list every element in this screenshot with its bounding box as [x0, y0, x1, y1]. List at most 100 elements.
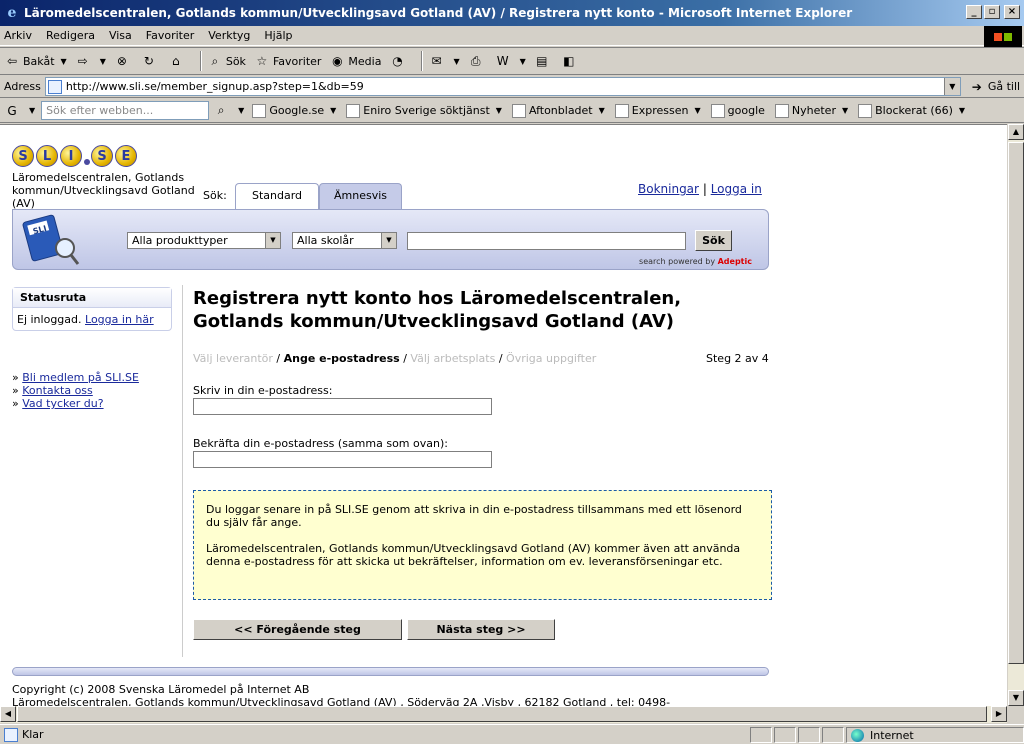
chevron-down-icon: ▼: [99, 56, 106, 66]
status-pane: [774, 727, 796, 743]
chevron-down-icon: ▼: [495, 106, 502, 115]
aftonbladet-icon: [511, 103, 526, 118]
edit-button[interactable]: W ▼: [495, 53, 526, 69]
info-paragraph: Läromedelscentralen, Gotlands kommun/Utv…: [206, 542, 741, 568]
menu-verktyg[interactable]: Verktyg: [208, 29, 250, 42]
scroll-down-icon[interactable]: ▼: [1008, 690, 1024, 706]
close-button[interactable]: ×: [1004, 5, 1020, 19]
contact-link[interactable]: Kontakta oss: [22, 384, 93, 397]
stop-icon: ⊗: [116, 54, 127, 68]
link-aftonbladet[interactable]: Aftonbladet ▼: [511, 103, 605, 118]
forward-button[interactable]: ⇨ ▼: [75, 53, 106, 69]
search-icon[interactable]: ⌕: [213, 103, 229, 119]
become-member-link[interactable]: Bli medlem på SLI.SE: [22, 371, 139, 384]
go-button[interactable]: ➔ Gå till: [969, 79, 1020, 95]
chevron-down-icon[interactable]: ▼: [238, 106, 244, 115]
organization-name: Läromedelscentralen, Gotlands kommun/Utv…: [12, 171, 195, 210]
media-icon: ◉: [332, 54, 343, 68]
product-type-select[interactable]: Alla produkttyper ▼: [127, 232, 281, 249]
expressen-icon: [614, 103, 629, 118]
bookings-link[interactable]: Bokningar: [638, 182, 699, 196]
discuss-button[interactable]: ▤: [534, 53, 553, 69]
favorites-button[interactable]: ☆ Favoriter: [254, 53, 322, 69]
previous-step-button[interactable]: << Föregående steg: [193, 619, 402, 640]
logo-letter: E: [115, 145, 137, 167]
list-item: » Vad tycker du?: [12, 397, 104, 410]
maximize-button[interactable]: ▫: [984, 5, 1000, 19]
mail-button[interactable]: ✉ ▼: [428, 53, 459, 69]
back-button[interactable]: ⇦ Bakåt ▼: [4, 53, 67, 69]
menu-favoriter[interactable]: Favoriter: [146, 29, 194, 42]
zone-label: Internet: [870, 728, 914, 742]
media-button[interactable]: ◉ Media: [329, 53, 381, 69]
step-separator: /: [498, 352, 503, 365]
status-pane: [822, 727, 844, 743]
next-step-button[interactable]: Nästa steg >>: [407, 619, 555, 640]
email-confirm-field[interactable]: [193, 451, 492, 468]
security-zone[interactable]: Internet: [846, 727, 1024, 743]
scroll-thumb[interactable]: [1008, 142, 1024, 664]
search-input[interactable]: [407, 232, 686, 250]
link-eniro[interactable]: Eniro Sverige söktjänst ▼: [346, 103, 502, 118]
horizontal-scrollbar[interactable]: ◀ ▶: [0, 706, 1007, 723]
scroll-left-icon[interactable]: ◀: [0, 706, 16, 722]
left-links: » Bli medlem på SLI.SE » Kontakta oss » …: [12, 371, 139, 410]
address-input[interactable]: http://www.sli.se/member_signup.asp?step…: [44, 77, 961, 96]
menu-visa[interactable]: Visa: [109, 29, 132, 42]
mail-icon: ✉: [431, 54, 442, 68]
status-box: Statusruta Ej inloggad. Logga in här: [12, 287, 172, 331]
powered-by-brand[interactable]: Adeptic: [718, 257, 752, 266]
stop-button[interactable]: ⊗: [114, 53, 133, 69]
links-bar: G ▼ Sök efter webben... ⌕ ▼ Google.se ▼ E…: [0, 99, 1024, 123]
grade-select[interactable]: Alla skolår ▼: [292, 232, 397, 249]
link-google[interactable]: google: [710, 103, 765, 118]
print-button[interactable]: ⎙: [468, 53, 487, 69]
footer-divider: [12, 667, 769, 676]
refresh-button[interactable]: ↻: [141, 53, 160, 69]
feedback-link[interactable]: Vad tycker du?: [22, 397, 103, 410]
google-toolbar-icon[interactable]: G: [4, 103, 20, 119]
tab-standard[interactable]: Standard: [235, 183, 319, 209]
menu-arkiv[interactable]: Arkiv: [4, 29, 32, 42]
favorites-label: Favoriter: [272, 54, 322, 68]
chevron-down-icon[interactable]: ▼: [943, 78, 960, 95]
folder-icon: [774, 103, 789, 118]
scroll-thumb[interactable]: [17, 706, 987, 722]
scroll-up-icon[interactable]: ▲: [1008, 124, 1024, 140]
popup-blocker[interactable]: Blockerat (66) ▼: [858, 103, 965, 118]
menu-hjalp[interactable]: Hjälp: [264, 29, 292, 42]
step-other-details: Övriga uppgifter: [506, 352, 597, 365]
tab-amnesvis[interactable]: Ämnesvis: [319, 183, 402, 209]
top-links: Bokningar | Logga in: [638, 182, 762, 196]
vertical-scrollbar[interactable]: ▲ ▼: [1007, 124, 1024, 706]
link-google-se[interactable]: Google.se ▼: [252, 103, 336, 118]
word-icon: W: [496, 54, 509, 68]
window-title: Läromedelscentralen, Gotlands kommun/Utv…: [24, 6, 853, 20]
home-button[interactable]: ⌂: [168, 53, 187, 69]
login-link[interactable]: Logga in: [711, 182, 762, 196]
logo-letter: S: [12, 145, 34, 167]
menu-redigera[interactable]: Redigera: [46, 29, 95, 42]
email-confirm-label: Bekräfta din e-postadress (samma som ova…: [193, 437, 448, 450]
email-field[interactable]: [193, 398, 492, 415]
link-expressen[interactable]: Expressen ▼: [614, 103, 701, 118]
google-icon: [252, 103, 267, 118]
search-label: Sök: [225, 54, 246, 68]
footer: Copyright (c) 2008 Svenska Läromedel på …: [12, 683, 670, 706]
search-submit-button[interactable]: Sök: [695, 230, 732, 251]
link-label: Nyheter: [791, 104, 836, 117]
slise-logo[interactable]: S L I S E: [12, 145, 139, 167]
logo-dot: [84, 159, 90, 165]
page-viewport: S L I S E Läromedelscentralen, Gotlands …: [0, 124, 1007, 706]
search-button[interactable]: ⌕ Sök: [207, 53, 246, 69]
login-here-link[interactable]: Logga in här: [85, 313, 154, 326]
history-button[interactable]: ◔: [389, 53, 408, 69]
web-search-input[interactable]: Sök efter webben...: [41, 101, 210, 120]
bookmark-icon: ◧: [563, 54, 575, 68]
back-arrow-icon: ⇦: [6, 54, 18, 68]
minimize-button[interactable]: _: [966, 5, 982, 19]
messenger-button[interactable]: ◧: [561, 53, 580, 69]
chevron-down-icon[interactable]: ▼: [29, 106, 35, 115]
scroll-right-icon[interactable]: ▶: [991, 706, 1007, 722]
link-nyheter[interactable]: Nyheter ▼: [774, 103, 848, 118]
